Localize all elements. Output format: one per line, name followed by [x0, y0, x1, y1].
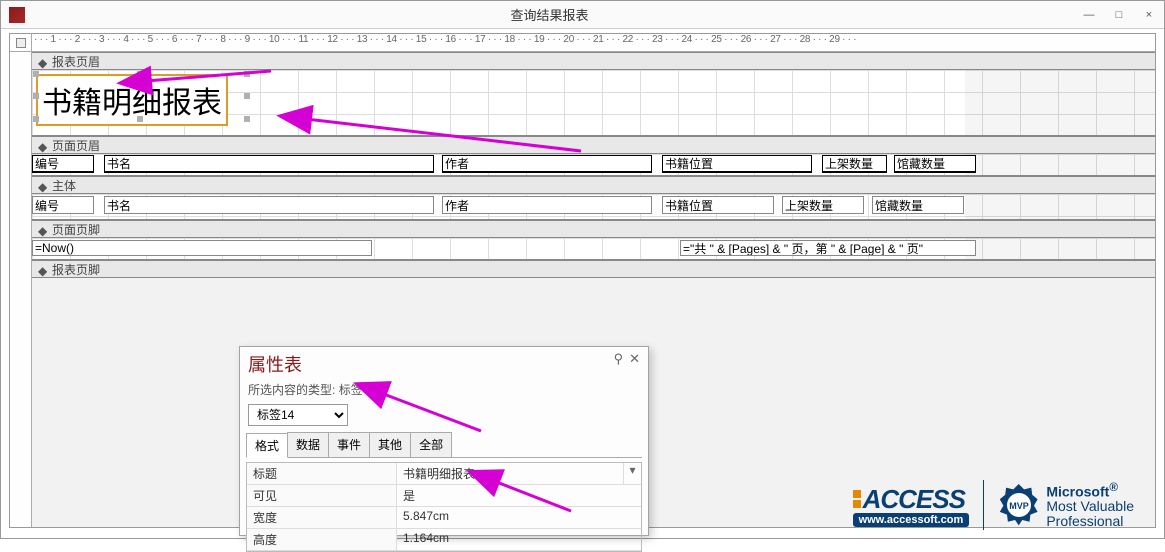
title-bar: 查询结果报表 — □ ×: [1, 1, 1164, 29]
header-label[interactable]: 作者: [442, 155, 652, 173]
off-page-shade: [965, 154, 1155, 175]
detail-canvas[interactable]: 编号 书名 作者 书籍位置 上架数量 馆藏数量: [32, 194, 1155, 220]
selection-handle[interactable]: [244, 71, 250, 77]
band-toggle-icon: ◆: [38, 56, 48, 66]
property-key: 高度: [247, 529, 397, 550]
band-toggle-icon: ◆: [38, 140, 48, 150]
band-toggle-icon: ◆: [38, 224, 48, 234]
app-icon: [9, 7, 25, 23]
off-page-shade: [965, 70, 1155, 135]
mvp-line3: Professional: [1046, 514, 1134, 529]
section-band-report-header[interactable]: ◆ 报表页眉: [32, 52, 1155, 70]
property-key: 宽度: [247, 507, 397, 528]
page-count-expression-field[interactable]: ="共 " & [Pages] & " 页，第 " & [Page] & " 页…: [680, 240, 976, 256]
page-footer-canvas[interactable]: =Now() ="共 " & [Pages] & " 页，第 " & [Page…: [32, 238, 1155, 260]
window-title: 查询结果报表: [25, 5, 1074, 24]
horizontal-ruler[interactable]: · · · 1 · · · 2 · · · 3 · · · 4 · · · 5 …: [32, 34, 1155, 52]
mvp-logo: MVP Microsoft® Most Valuable Professiona…: [998, 482, 1134, 529]
ruler-corner[interactable]: [10, 34, 32, 52]
watermark-logos: ACCESS www.accessoft.com MVP Microsoft® …: [853, 480, 1134, 530]
close-button[interactable]: ×: [1134, 4, 1164, 26]
selection-handle[interactable]: [33, 71, 39, 77]
selection-handle[interactable]: [244, 116, 250, 122]
tab-other[interactable]: 其他: [369, 432, 411, 457]
registered-mark: ®: [1109, 481, 1118, 494]
property-row-caption[interactable]: 标题 书籍明细报表 ▾: [247, 463, 641, 485]
section-label: 报表页眉: [52, 53, 100, 70]
tab-data[interactable]: 数据: [287, 432, 329, 457]
detail-field[interactable]: 编号: [32, 196, 94, 214]
detail-field[interactable]: 作者: [442, 196, 652, 214]
tab-format[interactable]: 格式: [246, 433, 288, 458]
maximize-button[interactable]: □: [1104, 4, 1134, 26]
accessoft-logo: ACCESS www.accessoft.com: [853, 484, 970, 527]
microsoft-text: Microsoft: [1046, 483, 1109, 499]
property-value[interactable]: 书籍明细报表: [397, 463, 623, 484]
svg-text:MVP: MVP: [1010, 501, 1030, 511]
selection-handle[interactable]: [33, 93, 39, 99]
property-sheet-window[interactable]: 属性表 ⚲ ✕ 所选内容的类型: 标签 标签14 格式 数据 事件 其他 全部 …: [239, 346, 649, 536]
section-band-report-footer[interactable]: ◆ 报表页脚: [32, 260, 1155, 278]
selection-handle[interactable]: [137, 71, 143, 77]
section-label: 主体: [52, 177, 76, 194]
logo-divider: [983, 480, 984, 530]
band-toggle-icon: ◆: [38, 180, 48, 190]
mvp-line2: Most Valuable: [1046, 499, 1134, 514]
property-value[interactable]: 5.847cm: [397, 507, 641, 528]
title-label-control[interactable]: 书籍明细报表: [36, 74, 228, 126]
window-controls: — □ ×: [1074, 4, 1164, 26]
mvp-badge-icon: MVP: [998, 484, 1040, 526]
now-expression-field[interactable]: =Now(): [32, 240, 372, 256]
tab-event[interactable]: 事件: [328, 432, 370, 457]
dropdown-arrow-icon[interactable]: ▾: [623, 463, 641, 484]
header-label[interactable]: 馆藏数量: [894, 155, 976, 173]
selection-handle[interactable]: [137, 116, 143, 122]
property-key: 可见: [247, 485, 397, 506]
property-row-visible[interactable]: 可见 是: [247, 485, 641, 507]
section-band-page-footer[interactable]: ◆ 页面页脚: [32, 220, 1155, 238]
property-sheet-subtitle: 所选内容的类型: 标签: [240, 381, 648, 402]
property-sheet-title: 属性表: [248, 351, 302, 377]
pin-icon[interactable]: ⚲: [614, 351, 624, 367]
close-icon[interactable]: ✕: [629, 351, 640, 367]
vertical-ruler[interactable]: [10, 52, 32, 527]
selected-object-dropdown[interactable]: 标签14: [248, 404, 348, 426]
property-row-width[interactable]: 宽度 5.847cm: [247, 507, 641, 529]
access-brand-text: ACCESS: [863, 484, 965, 515]
off-page-shade: [965, 194, 1155, 219]
section-label: 页面页脚: [52, 221, 100, 238]
minimize-button[interactable]: —: [1074, 4, 1104, 26]
property-value[interactable]: 1.164cm: [397, 529, 641, 550]
section-label: 报表页脚: [52, 261, 100, 278]
detail-field[interactable]: 书籍位置: [662, 196, 774, 214]
property-row-height[interactable]: 高度 1.164cm: [247, 529, 641, 551]
page-header-canvas[interactable]: 编号 书名 作者 书籍位置 上架数量 馆藏数量: [32, 154, 1155, 176]
selection-handle[interactable]: [33, 116, 39, 122]
section-band-page-header[interactable]: ◆ 页面页眉: [32, 136, 1155, 154]
band-toggle-icon: ◆: [38, 264, 48, 274]
property-tabs: 格式 数据 事件 其他 全部: [246, 432, 642, 458]
detail-field[interactable]: 书名: [104, 196, 434, 214]
header-label[interactable]: 书名: [104, 155, 434, 173]
detail-field[interactable]: 上架数量: [782, 196, 864, 214]
tab-all[interactable]: 全部: [410, 432, 452, 457]
off-page-shade: [965, 238, 1155, 259]
logo-squares-icon: [853, 490, 861, 508]
header-label[interactable]: 编号: [32, 155, 94, 173]
header-label[interactable]: 上架数量: [822, 155, 887, 173]
selection-handle[interactable]: [244, 93, 250, 99]
property-value[interactable]: 是: [397, 485, 641, 506]
report-header-canvas[interactable]: 书籍明细报表: [32, 70, 1155, 136]
section-band-detail[interactable]: ◆ 主体: [32, 176, 1155, 194]
section-label: 页面页眉: [52, 137, 100, 154]
header-label[interactable]: 书籍位置: [662, 155, 812, 173]
access-url: www.accessoft.com: [853, 513, 970, 527]
property-sheet-header[interactable]: 属性表 ⚲ ✕: [240, 347, 648, 381]
detail-field[interactable]: 馆藏数量: [872, 196, 964, 214]
property-key: 标题: [247, 463, 397, 484]
